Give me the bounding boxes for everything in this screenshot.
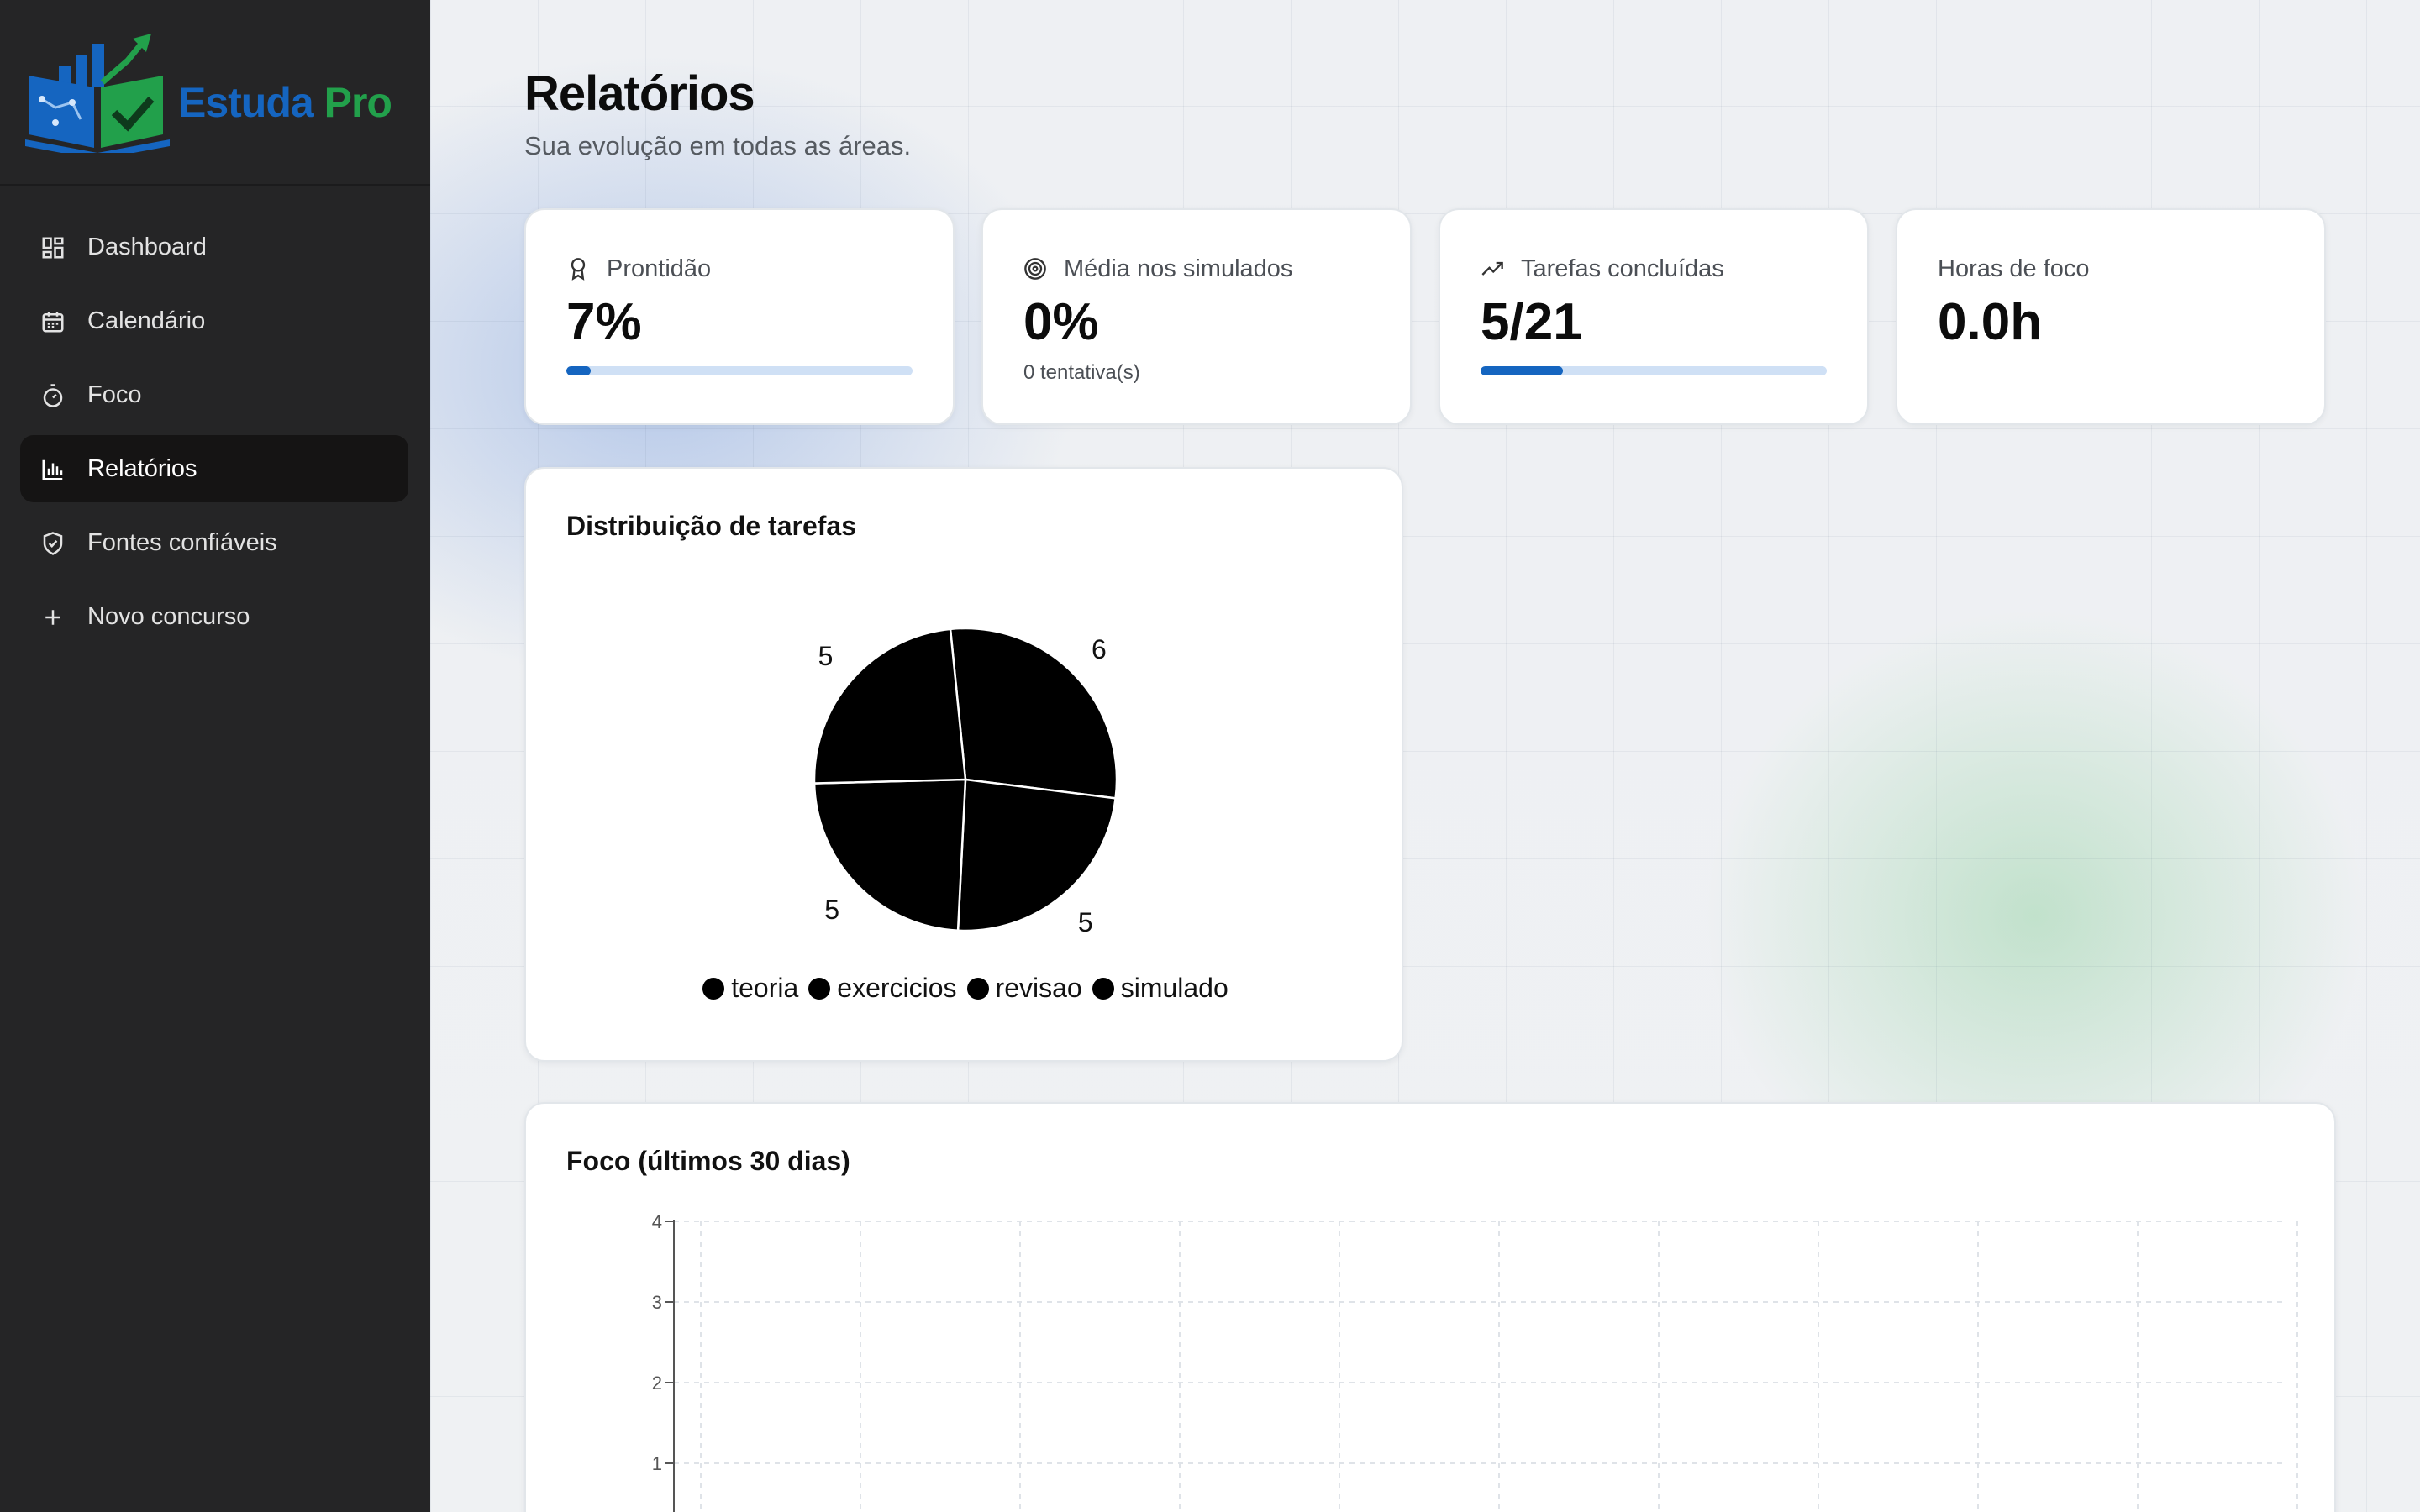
shield-check-icon bbox=[43, 532, 63, 555]
legend-label: exercicios bbox=[837, 973, 957, 1003]
progress-fill bbox=[1481, 366, 1564, 375]
award-icon bbox=[571, 258, 586, 281]
page-title: Relatórios bbox=[524, 66, 755, 121]
sidebar-item-foco[interactable]: Foco bbox=[20, 361, 408, 428]
stat-card-simulados: Média nos simulados 0% 0 tentativa(s) bbox=[981, 208, 1412, 425]
calendar-icon bbox=[42, 312, 64, 333]
sidebar-item-novo-concurso[interactable]: Novo concurso bbox=[20, 583, 408, 650]
stat-card-horas-foco: Horas de foco 0.0h bbox=[1896, 208, 2326, 425]
sidebar-item-label: Relatórios bbox=[87, 455, 197, 482]
progress-fill bbox=[566, 366, 591, 375]
legend-swatch bbox=[702, 978, 725, 1000]
bar-chart-icon bbox=[42, 459, 63, 480]
tasks-progress-bar bbox=[1481, 366, 1827, 375]
sidebar-item-label: Novo concurso bbox=[87, 603, 250, 630]
y-tick-label: 1 bbox=[652, 1453, 662, 1474]
stat-card-prontidao: Prontidão 7% bbox=[524, 208, 955, 425]
sidebar-item-label: Fontes confiáveis bbox=[87, 529, 277, 556]
stat-value: 5/21 bbox=[1481, 293, 1582, 351]
legend-item-simulado[interactable]: simulado bbox=[1092, 973, 1228, 1004]
task-distribution-card: Distribuição de tarefas 6555 teoria exerc… bbox=[524, 467, 1403, 1062]
sidebar: Estuda Pro Dashboard Calendário Foco Rel… bbox=[0, 0, 430, 1512]
target-icon bbox=[1024, 258, 1046, 280]
legend-item-revisao[interactable]: revisao bbox=[966, 973, 1082, 1004]
brand-logo-icon[interactable] bbox=[25, 32, 170, 153]
legend-label: revisao bbox=[995, 973, 1082, 1003]
stat-label: Média nos simulados bbox=[1064, 255, 1293, 282]
legend-item-teoria[interactable]: teoria bbox=[702, 973, 798, 1004]
sidebar-item-label: Calendário bbox=[87, 307, 206, 334]
sidebar-item-label: Foco bbox=[87, 381, 142, 408]
page-subtitle: Sua evolução em todas as áreas. bbox=[524, 131, 912, 160]
y-tick-label: 4 bbox=[652, 1211, 662, 1232]
timer-icon bbox=[43, 384, 63, 407]
sidebar-nav: Dashboard Calendário Foco Relatórios Fon… bbox=[20, 213, 408, 657]
dashboard-icon bbox=[42, 237, 64, 259]
brand-header: Estuda Pro bbox=[0, 0, 430, 186]
brand-name-part1: Estuda bbox=[178, 79, 314, 126]
legend-swatch bbox=[808, 978, 831, 1000]
pie-data-label: 6 bbox=[1092, 634, 1107, 664]
sidebar-item-dashboard[interactable]: Dashboard bbox=[20, 213, 408, 281]
plus-icon bbox=[45, 610, 60, 625]
stat-label: Tarefas concluídas bbox=[1521, 255, 1724, 282]
pie-legend: teoria exercicios revisao simulado bbox=[526, 973, 1405, 1004]
brand-name[interactable]: Estuda Pro bbox=[178, 78, 392, 127]
sidebar-item-label: Dashboard bbox=[87, 234, 207, 260]
readiness-progress-bar bbox=[566, 366, 913, 375]
y-tick-label: 3 bbox=[652, 1292, 662, 1313]
sidebar-item-fontes-confiaveis[interactable]: Fontes confiáveis bbox=[20, 509, 408, 576]
pie-data-label: 5 bbox=[1078, 907, 1093, 937]
stat-value: 7% bbox=[566, 293, 642, 351]
stat-label: Horas de foco bbox=[1938, 255, 2090, 282]
sidebar-item-calendario[interactable]: Calendário bbox=[20, 287, 408, 354]
pie-data-label: 5 bbox=[824, 895, 839, 925]
legend-item-exercicios[interactable]: exercicios bbox=[808, 973, 957, 1004]
stat-label: Prontidão bbox=[607, 255, 712, 282]
trending-up-icon bbox=[1481, 261, 1503, 276]
pie-data-label: 5 bbox=[818, 641, 834, 671]
focus-30-days-card: Foco (últimos 30 dias) 1234 bbox=[524, 1102, 2336, 1512]
stat-subtext: 0 tentativa(s) bbox=[1023, 361, 1140, 384]
y-tick-label: 2 bbox=[652, 1373, 662, 1394]
stat-value: 0% bbox=[1023, 293, 1099, 351]
legend-swatch bbox=[1092, 978, 1114, 1000]
stat-card-tarefas: Tarefas concluídas 5/21 bbox=[1439, 208, 1869, 425]
legend-label: simulado bbox=[1120, 973, 1228, 1003]
task-distribution-pie-chart: 6 5 5 5 bbox=[813, 627, 1118, 937]
focus-line-chart: 1 2 3 4 bbox=[652, 1211, 2298, 1512]
legend-swatch bbox=[966, 978, 989, 1000]
pie-slice-simulado[interactable] bbox=[813, 627, 967, 785]
brand-name-part2: Pro bbox=[324, 79, 392, 126]
sidebar-item-relatorios[interactable]: Relatórios bbox=[20, 435, 408, 502]
legend-label: teoria bbox=[731, 973, 799, 1003]
stat-value: 0.0h bbox=[1938, 293, 2043, 351]
main-content: Relatórios Sua evolução em todas as área… bbox=[430, 0, 2420, 1512]
